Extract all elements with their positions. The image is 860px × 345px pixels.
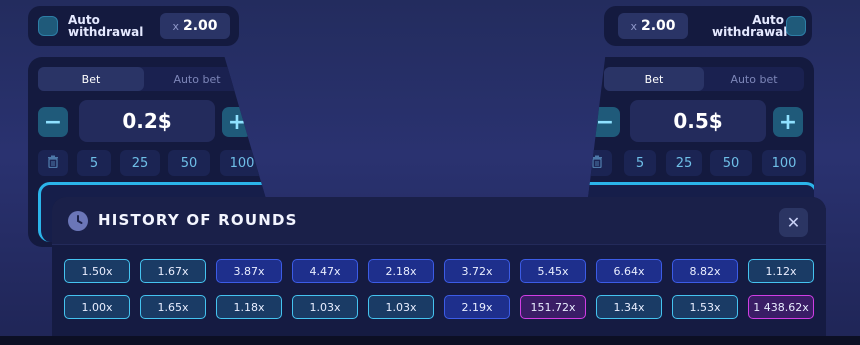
round-multiplier-chip[interactable]: 1.03x (368, 295, 434, 319)
auto-withdrawal-label: Auto withdrawal (68, 13, 144, 39)
trash-icon (47, 155, 59, 172)
tab-bet[interactable]: Bet (604, 67, 704, 91)
quick-bet-50[interactable]: 50 (168, 150, 210, 176)
multiplier-x-symbol: x (172, 19, 179, 33)
multiplier-value: 2.00 (182, 18, 218, 34)
round-multiplier-chip[interactable]: 3.72x (444, 259, 510, 283)
round-multiplier-chip[interactable]: 3.87x (216, 259, 282, 283)
quick-bet-25[interactable]: 25 (120, 150, 160, 176)
round-multiplier-chip[interactable]: 2.19x (444, 295, 510, 319)
history-of-rounds-modal: HISTORY OF ROUNDS ✕ 1.50x 1.67x 3.87x 4.47x… (52, 197, 826, 345)
round-multiplier-chip[interactable]: 1.00x (64, 295, 130, 319)
increase-bet-button[interactable]: + (222, 107, 252, 137)
round-multiplier-chip[interactable]: 1.18x (216, 295, 282, 319)
auto-withdrawal-checkbox[interactable] (38, 16, 58, 36)
clear-bet-button[interactable] (582, 150, 612, 176)
tab-bet[interactable]: Bet (38, 67, 144, 91)
bet-mode-tabs: Bet Auto bet (38, 67, 250, 91)
decrease-bet-button[interactable]: − (590, 107, 620, 137)
quick-bet-5[interactable]: 5 (624, 150, 656, 176)
round-multiplier-chip[interactable]: 1.53x (672, 295, 738, 319)
round-multiplier-chip[interactable]: 1.67x (140, 259, 206, 283)
tab-auto-bet[interactable]: Auto bet (144, 67, 250, 91)
round-multiplier-chip[interactable]: 1.50x (64, 259, 130, 283)
round-multiplier-chip[interactable]: 1.34x (596, 295, 662, 319)
auto-withdrawal-label: Auto withdrawal (712, 13, 788, 39)
round-multiplier-chip[interactable]: 1.12x (748, 259, 814, 283)
clock-icon (68, 211, 88, 231)
clear-bet-button[interactable] (38, 150, 68, 176)
multiplier-value: 2.00 (640, 18, 676, 34)
increase-bet-button[interactable]: + (773, 107, 803, 137)
quick-bet-25[interactable]: 25 (666, 150, 702, 176)
round-multiplier-chip[interactable]: 1 438.62x (748, 295, 814, 319)
quick-bet-100[interactable]: 100 (220, 150, 264, 176)
auto-withdrawal-multiplier-field[interactable]: x 2.00 (618, 13, 688, 39)
auto-withdrawal-right: x 2.00 Auto withdrawal (604, 6, 812, 46)
close-button[interactable]: ✕ (779, 208, 808, 237)
trash-icon (591, 155, 603, 172)
quick-bet-5[interactable]: 5 (77, 150, 111, 176)
modal-header: HISTORY OF ROUNDS ✕ (52, 197, 826, 245)
round-multiplier-chip[interactable]: 4.47x (292, 259, 358, 283)
round-multiplier-chip[interactable]: 6.64x (596, 259, 662, 283)
rounds-grid: 1.50x 1.67x 3.87x 4.47x 2.18x 3.72x 5.45x 6.64x… (64, 259, 816, 319)
multiplier-x-symbol: x (630, 19, 637, 33)
round-multiplier-chip[interactable]: 2.18x (368, 259, 434, 283)
quick-bet-50[interactable]: 50 (710, 150, 752, 176)
modal-title: HISTORY OF ROUNDS (98, 211, 298, 229)
bet-amount-field[interactable]: 0.5$ (630, 100, 766, 142)
decrease-bet-button[interactable]: − (38, 107, 68, 137)
auto-withdrawal-checkbox[interactable] (786, 16, 806, 36)
tab-auto-bet[interactable]: Auto bet (704, 67, 804, 91)
auto-withdrawal-multiplier-field[interactable]: x 2.00 (160, 13, 230, 39)
quick-bet-100[interactable]: 100 (762, 150, 806, 176)
bet-amount-field[interactable]: 0.2$ (79, 100, 215, 142)
bottom-bar (0, 336, 860, 345)
auto-withdrawal-left: Auto withdrawal x 2.00 (28, 6, 239, 46)
bet-mode-tabs: Bet Auto bet (604, 67, 804, 91)
round-multiplier-chip[interactable]: 151.72x (520, 295, 586, 319)
round-multiplier-chip[interactable]: 1.03x (292, 295, 358, 319)
round-multiplier-chip[interactable]: 8.82x (672, 259, 738, 283)
round-multiplier-chip[interactable]: 5.45x (520, 259, 586, 283)
round-multiplier-chip[interactable]: 1.65x (140, 295, 206, 319)
close-icon: ✕ (786, 213, 801, 232)
